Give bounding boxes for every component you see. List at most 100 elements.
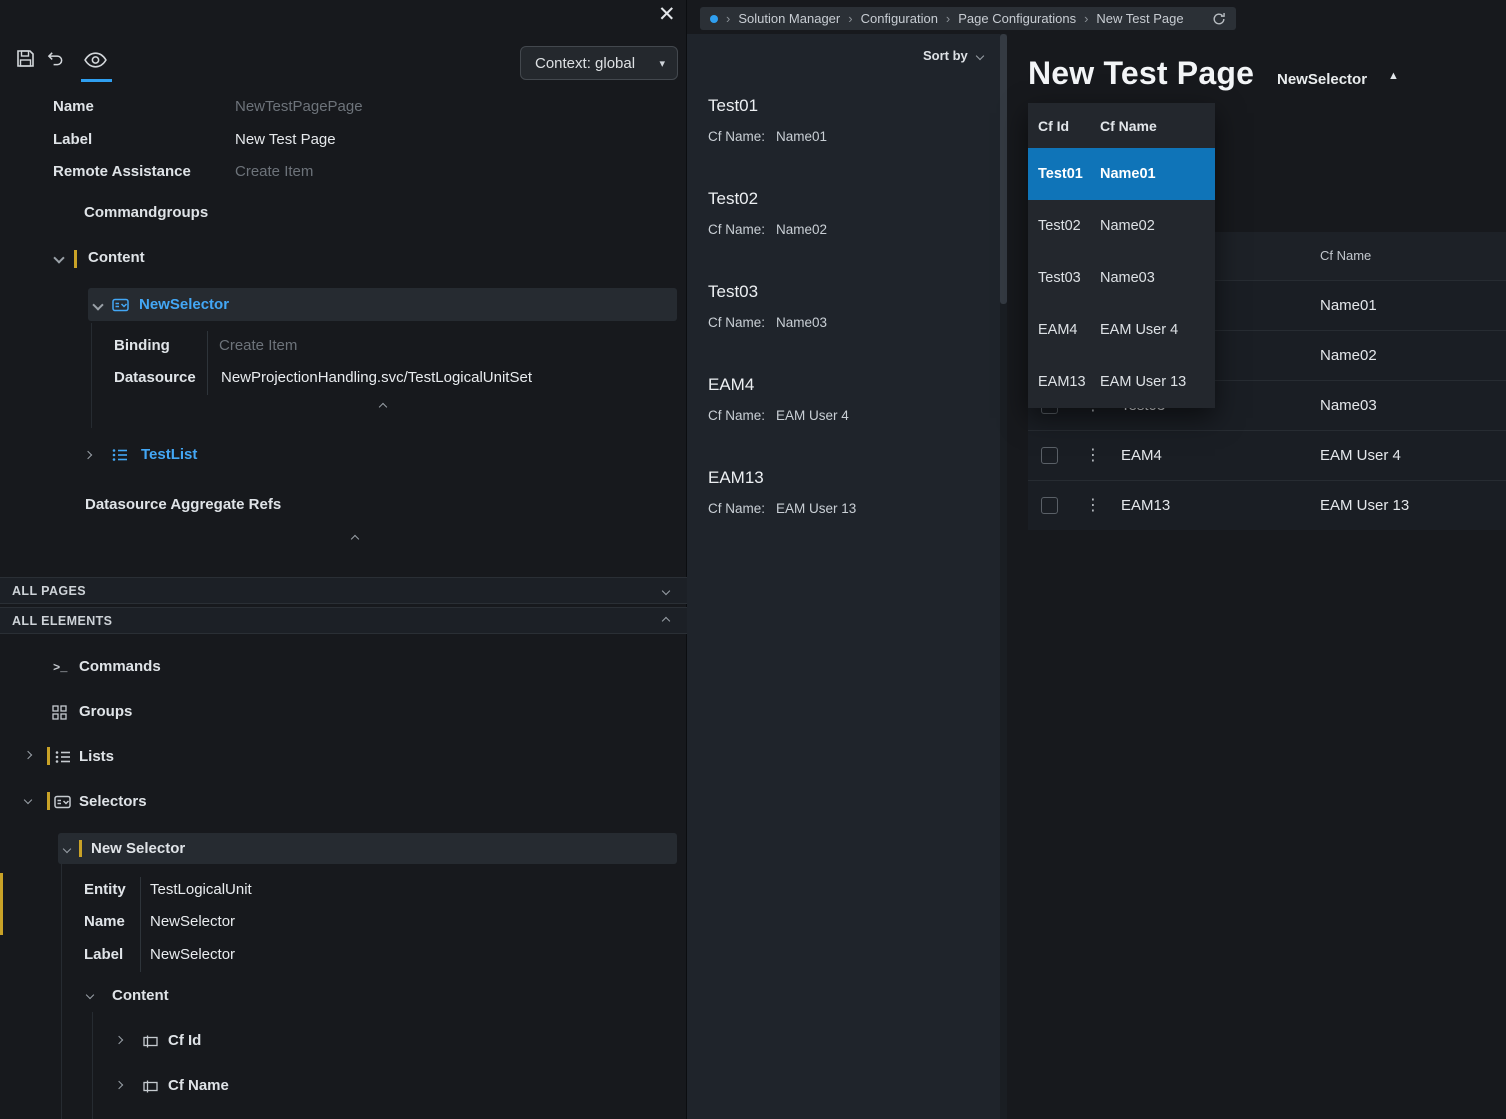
- row-checkbox[interactable]: [1041, 497, 1058, 514]
- item-title: Test02: [708, 189, 856, 209]
- table-row[interactable]: ⋮ EAM13 EAM User 13: [1028, 480, 1506, 530]
- lists-expander-icon[interactable]: [24, 751, 32, 759]
- tree-item-element-content[interactable]: Content: [112, 987, 169, 1004]
- save-button[interactable]: [16, 49, 35, 68]
- all-elements-label: ALL ELEMENTS: [12, 614, 112, 628]
- collapse-section-icon[interactable]: [351, 535, 359, 543]
- context-selector[interactable]: Context: global ▾: [520, 46, 678, 80]
- breadcrumb-item-solution-manager[interactable]: Solution Manager: [738, 11, 840, 26]
- property-divider: [207, 331, 208, 395]
- collapse-selector-icon[interactable]: ▲: [1388, 70, 1399, 82]
- row-menu-icon[interactable]: ⋮: [1085, 481, 1101, 531]
- datasource-value[interactable]: NewProjectionHandling.svc/TestLogicalUni…: [221, 369, 532, 386]
- list-item[interactable]: EAM4 Cf Name:EAM User 4: [708, 375, 856, 468]
- table-row[interactable]: ⋮ EAM4 EAM User 4: [1028, 430, 1506, 480]
- scrollbar-track[interactable]: [1000, 34, 1007, 1119]
- chevron-down-icon: [976, 51, 984, 59]
- name-value[interactable]: NewSelector: [150, 913, 235, 930]
- content-accent-bar: [74, 250, 77, 268]
- item-title: Test01: [708, 96, 856, 116]
- breadcrumb-item-configuration[interactable]: Configuration: [861, 11, 938, 26]
- refresh-icon[interactable]: [1212, 12, 1226, 26]
- dropdown-option[interactable]: Test03 Name03: [1028, 252, 1215, 304]
- selector-header-label[interactable]: NewSelector: [1277, 71, 1367, 88]
- tree-item-datasource-aggregate-refs[interactable]: Datasource Aggregate Refs: [85, 496, 281, 513]
- breadcrumb-separator: ›: [946, 11, 950, 26]
- new-selector-expander-icon[interactable]: [63, 844, 71, 852]
- list-item[interactable]: Test02 Cf Name:Name02: [708, 189, 856, 282]
- tree-item-selectors[interactable]: Selectors: [79, 793, 147, 810]
- newselector-expander-icon[interactable]: [92, 299, 103, 310]
- entity-value[interactable]: TestLogicalUnit: [150, 881, 252, 898]
- app-root: ✕ Context: global ▾ N: [0, 0, 1506, 1119]
- sort-by-control[interactable]: Sort by: [923, 48, 983, 63]
- selectors-expander-icon[interactable]: [24, 796, 32, 804]
- chevron-up-icon: [662, 616, 670, 624]
- preview-items: Test01 Cf Name:Name01 Test02 Cf Name:Nam…: [708, 96, 856, 561]
- close-icon[interactable]: ✕: [658, 2, 676, 27]
- field-name-value[interactable]: NewTestPagePage: [235, 98, 363, 115]
- row-menu-icon[interactable]: ⋮: [1085, 431, 1101, 481]
- option-cf-name: Name03: [1100, 270, 1215, 286]
- cf-id-expander-icon[interactable]: [115, 1036, 123, 1044]
- tree-item-testlist[interactable]: TestList: [141, 446, 197, 463]
- cf-name-value: EAM User 4: [776, 408, 849, 423]
- field-label-value[interactable]: New Test Page: [235, 131, 336, 148]
- dropdown-option[interactable]: Test02 Name02: [1028, 200, 1215, 252]
- list-item[interactable]: Test03 Cf Name:Name03: [708, 282, 856, 375]
- breadcrumb-separator: ›: [1084, 11, 1088, 26]
- cell-cf-name: EAM User 4: [1320, 431, 1401, 481]
- cf-name-label: Cf Name:: [708, 315, 765, 330]
- section-all-pages[interactable]: ALL PAGES: [0, 577, 687, 604]
- selector-icon: [112, 298, 129, 312]
- tree-item-cf-id[interactable]: Cf Id: [168, 1032, 201, 1049]
- scrollbar-thumb[interactable]: [1000, 34, 1007, 304]
- cf-name-label: Cf Name:: [708, 501, 765, 516]
- cf-name-value: EAM User 13: [776, 501, 856, 516]
- tree-item-commands[interactable]: Commands: [79, 658, 161, 675]
- field-remote-assistance-value[interactable]: Create Item: [235, 163, 313, 180]
- column-header-cf-name[interactable]: Cf Name: [1320, 232, 1371, 280]
- tree-item-lists[interactable]: Lists: [79, 748, 114, 765]
- tree-item-commandgroups[interactable]: Commandgroups: [84, 204, 208, 221]
- list-item[interactable]: Test01 Cf Name:Name01: [708, 96, 856, 189]
- dropdown-option[interactable]: EAM4 EAM User 4: [1028, 304, 1215, 356]
- testlist-expander-icon[interactable]: [84, 451, 92, 459]
- dropdown-option[interactable]: Test01 Name01: [1028, 148, 1215, 200]
- binding-value[interactable]: Create Item: [219, 337, 297, 354]
- collapse-section-icon[interactable]: [379, 403, 387, 411]
- undo-icon: [46, 50, 65, 67]
- undo-button[interactable]: [46, 50, 65, 67]
- preview-list-panel: Sort by Test01 Cf Name:Name01 Test02 Cf …: [687, 34, 1007, 1119]
- tree-item-content[interactable]: Content: [88, 249, 145, 266]
- entity-label: Entity: [84, 881, 126, 898]
- list-item[interactable]: EAM13 Cf Name:EAM User 13: [708, 468, 856, 561]
- preview-button[interactable]: [84, 52, 107, 68]
- cf-name-value: Name01: [776, 129, 827, 144]
- breadcrumb-item-page-configurations[interactable]: Page Configurations: [958, 11, 1076, 26]
- option-cf-name: EAM User 4: [1100, 322, 1215, 338]
- page-preview-area: New Test Page NewSelector ▲ Cf Id Cf Nam…: [1007, 0, 1506, 1119]
- field-remote-assistance-label: Remote Assistance: [53, 163, 191, 180]
- chevron-down-icon: ▾: [659, 57, 665, 70]
- label-value[interactable]: NewSelector: [150, 946, 235, 963]
- cell-cf-name: EAM User 13: [1320, 481, 1409, 531]
- tree-guide-line: [91, 323, 92, 428]
- active-tab-indicator: [81, 79, 112, 82]
- cell-cf-name: Name03: [1320, 381, 1377, 431]
- dropdown-option[interactable]: EAM13 EAM User 13: [1028, 356, 1215, 408]
- tree-item-new-selector[interactable]: New Selector: [58, 833, 677, 864]
- tree-item-groups[interactable]: Groups: [79, 703, 132, 720]
- option-cf-name: Name01: [1100, 166, 1215, 182]
- row-checkbox[interactable]: [1041, 447, 1058, 464]
- tree-item-newselector[interactable]: NewSelector: [88, 288, 677, 321]
- cf-name-expander-icon[interactable]: [115, 1081, 123, 1089]
- content-expander-icon[interactable]: [86, 991, 94, 999]
- section-all-elements[interactable]: ALL ELEMENTS: [0, 607, 687, 634]
- cf-name-value: Name02: [776, 222, 827, 237]
- content-expander-icon[interactable]: [53, 252, 64, 263]
- page-title: New Test Page: [1028, 55, 1254, 92]
- breadcrumb-item-new-test-page[interactable]: New Test Page: [1096, 11, 1183, 26]
- option-cf-id: EAM4: [1028, 322, 1100, 338]
- tree-item-cf-name[interactable]: Cf Name: [168, 1077, 229, 1094]
